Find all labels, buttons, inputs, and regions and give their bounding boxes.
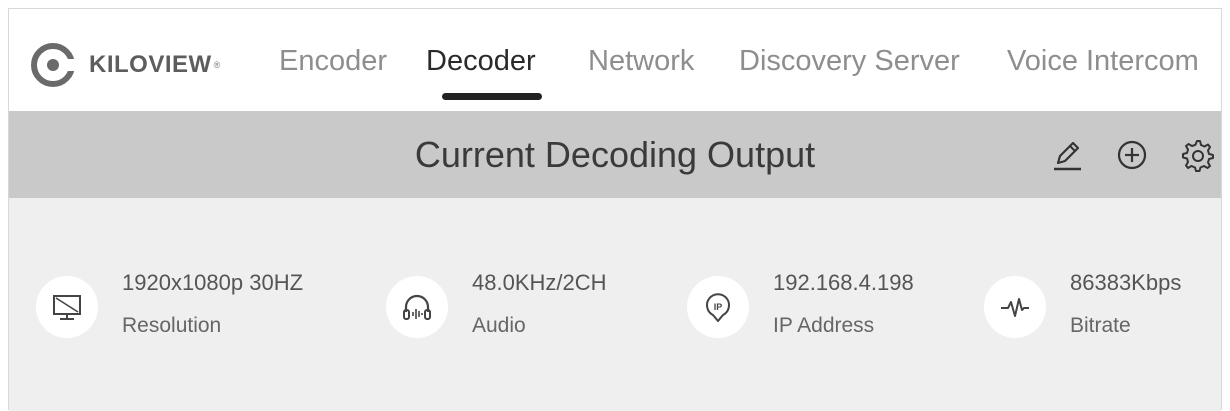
- add-circle-icon[interactable]: [1114, 137, 1150, 173]
- tab-discovery-server[interactable]: Discovery Server: [739, 45, 960, 78]
- resolution-label: Resolution: [122, 314, 222, 337]
- resolution-icon-badge: [36, 276, 98, 338]
- tab-decoder[interactable]: Decoder: [426, 45, 536, 78]
- kiloview-logo-icon: [31, 43, 75, 87]
- headphones-icon: [403, 294, 431, 320]
- audio-icon-badge: [386, 276, 448, 338]
- edit-icon[interactable]: [1049, 137, 1085, 173]
- ip-pin-icon: IP: [706, 293, 730, 322]
- app-frame: KILOVIEW ® Encoder Decoder Network Discov…: [8, 8, 1222, 411]
- bitrate-label: Bitrate: [1070, 314, 1131, 337]
- ip-icon-badge: IP: [687, 276, 749, 338]
- decoding-info-panel: 1920x1080p 30HZ Resolution 48.0KHz/2CH A…: [9, 198, 1221, 411]
- page-title: Current Decoding Output: [414, 134, 816, 175]
- tab-encoder[interactable]: Encoder: [279, 45, 387, 78]
- brand-logo[interactable]: KILOVIEW ®: [31, 39, 220, 91]
- ip-address-value: 192.168.4.198: [773, 270, 914, 295]
- audio-label: Audio: [472, 314, 526, 337]
- brand-registered-mark: ®: [213, 60, 221, 70]
- brand-name: KILOVIEW: [89, 51, 212, 78]
- resolution-value: 1920x1080p 30HZ: [122, 270, 304, 295]
- waveform-icon: [1001, 298, 1029, 317]
- monitor-icon: [53, 295, 81, 320]
- settings-icon[interactable]: [1179, 137, 1215, 173]
- bitrate-value: 86383Kbps: [1070, 270, 1182, 295]
- ip-address-label: IP Address: [773, 314, 875, 337]
- title-bar: Current Decoding Output: [9, 111, 1221, 198]
- bitrate-icon-badge: [984, 276, 1046, 338]
- top-navigation: KILOVIEW ® Encoder Decoder Network Discov…: [9, 9, 1221, 111]
- audio-value: 48.0KHz/2CH: [472, 270, 607, 295]
- tab-voice-intercom[interactable]: Voice Intercom: [1007, 45, 1199, 78]
- svg-text:IP: IP: [714, 302, 723, 312]
- tab-network[interactable]: Network: [588, 45, 694, 78]
- active-tab-indicator: [442, 93, 542, 100]
